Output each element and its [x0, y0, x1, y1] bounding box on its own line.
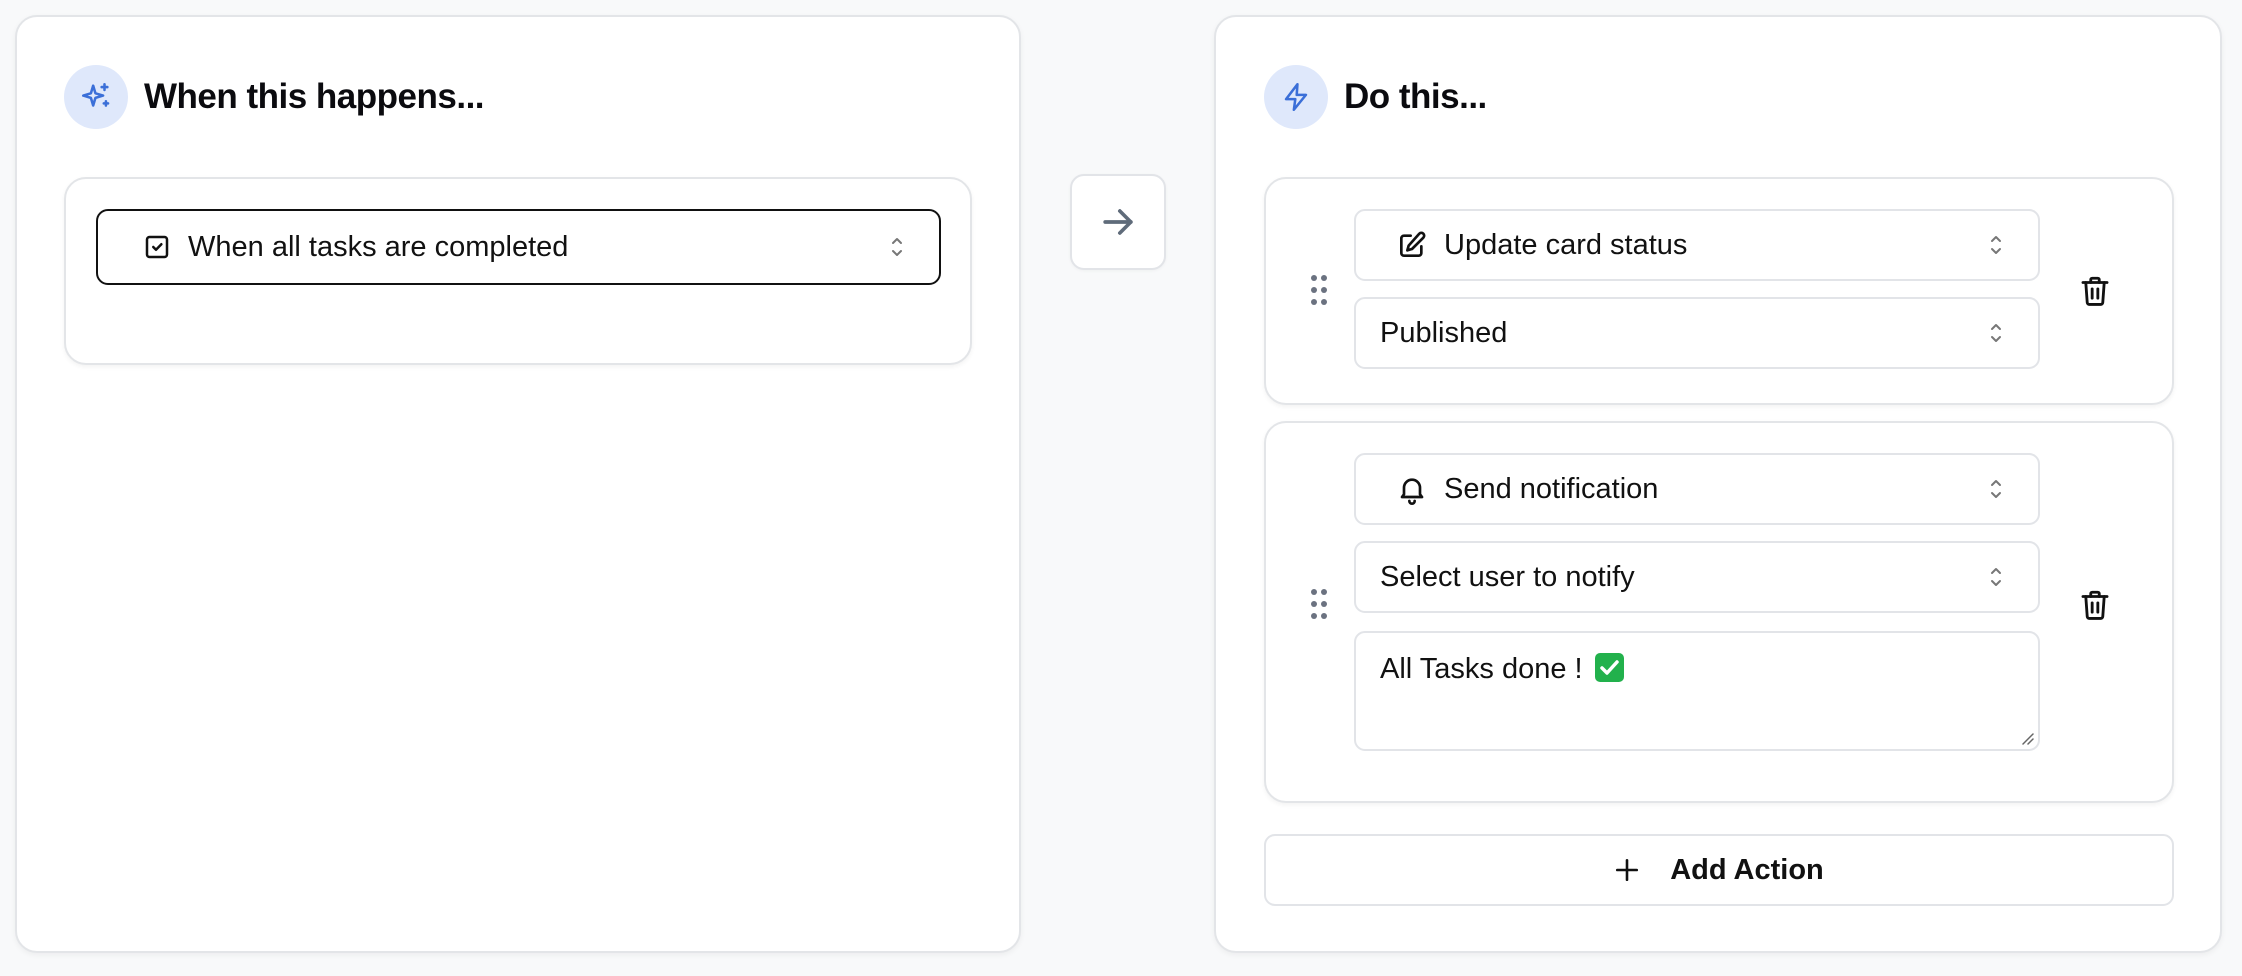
action-type-select[interactable]: Update card status	[1354, 209, 2040, 281]
trigger-select-value: When all tasks are completed	[188, 230, 569, 263]
chevron-up-down-icon	[1988, 319, 2004, 347]
check-mark-button-emoji	[1594, 653, 1624, 682]
user-select[interactable]: Select user to notify	[1354, 541, 2040, 613]
sparkles-icon	[64, 65, 128, 129]
action-card: Update card status Published	[1264, 177, 2174, 405]
action-panel: Do this... Update card status Published …	[1214, 15, 2222, 953]
trigger-panel-title: When this happens...	[144, 77, 485, 116]
trash-icon[interactable]	[2078, 587, 2112, 623]
chevron-up-down-icon	[1988, 231, 2004, 259]
trigger-card: When all tasks are completed	[64, 177, 972, 365]
arrow-right-icon	[1096, 200, 1140, 244]
trigger-select[interactable]: When all tasks are completed	[96, 209, 941, 285]
trash-icon[interactable]	[2078, 273, 2112, 309]
square-check-icon	[142, 232, 172, 262]
action-type-value: Send notification	[1444, 472, 1659, 505]
pencil-square-icon	[1396, 229, 1428, 261]
message-text: All Tasks done !	[1380, 653, 1591, 685]
resize-handle-icon[interactable]	[2020, 731, 2034, 745]
user-select-value: Select user to notify	[1380, 560, 1635, 593]
lightning-bolt-icon	[1264, 65, 1328, 129]
bell-icon	[1396, 473, 1428, 505]
action-type-select[interactable]: Send notification	[1354, 453, 2040, 525]
action-type-value: Update card status	[1444, 228, 1688, 261]
trigger-panel-header: When this happens...	[64, 65, 485, 129]
action-card: Send notification Select user to notify …	[1264, 421, 2174, 803]
message-textarea[interactable]: All Tasks done !	[1354, 631, 2040, 751]
status-select-value: Published	[1380, 316, 1508, 349]
action-panel-title: Do this...	[1344, 77, 1487, 116]
add-action-label: Add Action	[1670, 853, 1824, 886]
plus-icon	[1614, 857, 1640, 883]
trigger-panel: When this happens... When all tasks are …	[15, 15, 1021, 953]
drag-handle-icon[interactable]	[1310, 587, 1328, 621]
flow-arrow	[1070, 174, 1166, 270]
chevron-up-down-icon	[889, 233, 905, 261]
add-action-button[interactable]: Add Action	[1264, 834, 2174, 906]
drag-handle-icon[interactable]	[1310, 273, 1328, 307]
action-panel-header: Do this...	[1264, 65, 1487, 129]
chevron-up-down-icon	[1988, 475, 2004, 503]
chevron-up-down-icon	[1988, 563, 2004, 591]
status-select[interactable]: Published	[1354, 297, 2040, 369]
